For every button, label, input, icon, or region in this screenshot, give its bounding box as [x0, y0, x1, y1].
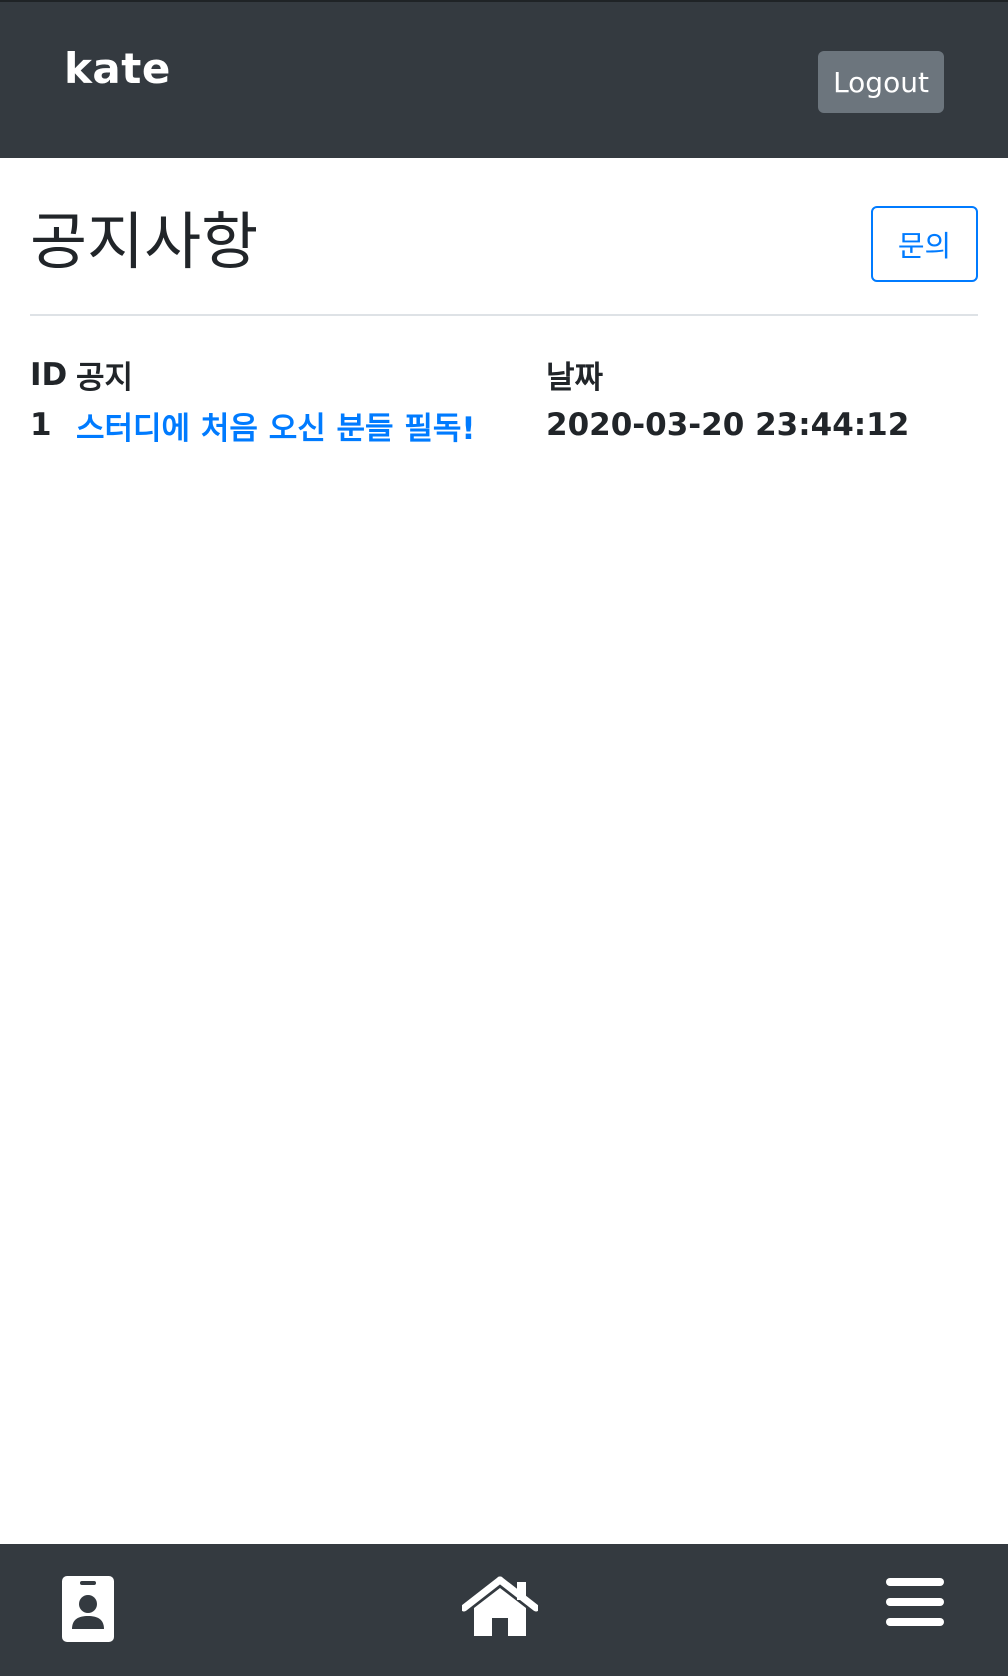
- id-badge-icon[interactable]: [62, 1576, 114, 1642]
- table-row: 1 스터디에 처음 오신 분들 필독! 2020-03-20 23:44:12: [30, 397, 978, 453]
- page-title: 공지사항: [30, 205, 259, 278]
- top-navbar: kate Logout: [0, 0, 1008, 158]
- inquiry-button[interactable]: 문의: [871, 206, 978, 282]
- column-header-date: 날짜: [546, 360, 604, 396]
- notice-title-cell: 스터디에 처음 오신 분들 필독!: [76, 397, 546, 453]
- column-header-notice: 공지: [76, 360, 134, 396]
- notice-title-link[interactable]: 스터디에 처음 오신 분들 필독!: [76, 411, 476, 447]
- page: kate Logout 공지사항 문의 ID 공지 날짜 1 스터디에 처음 오…: [0, 0, 1008, 1676]
- logout-button[interactable]: Logout: [818, 51, 944, 113]
- notice-id: 1: [30, 407, 52, 443]
- menu-icon[interactable]: [886, 1576, 944, 1628]
- table-header-row: ID 공지 날짜: [30, 352, 978, 397]
- divider: [30, 314, 978, 316]
- notice-date: 2020-03-20 23:44:12: [546, 407, 910, 443]
- notice-table: ID 공지 날짜 1 스터디에 처음 오신 분들 필독! 2020-03-20 …: [30, 352, 978, 453]
- home-icon[interactable]: [462, 1576, 538, 1636]
- column-header-id: ID: [30, 356, 68, 393]
- brand-name[interactable]: kate: [64, 48, 171, 90]
- bottom-navbar: [0, 1544, 1008, 1676]
